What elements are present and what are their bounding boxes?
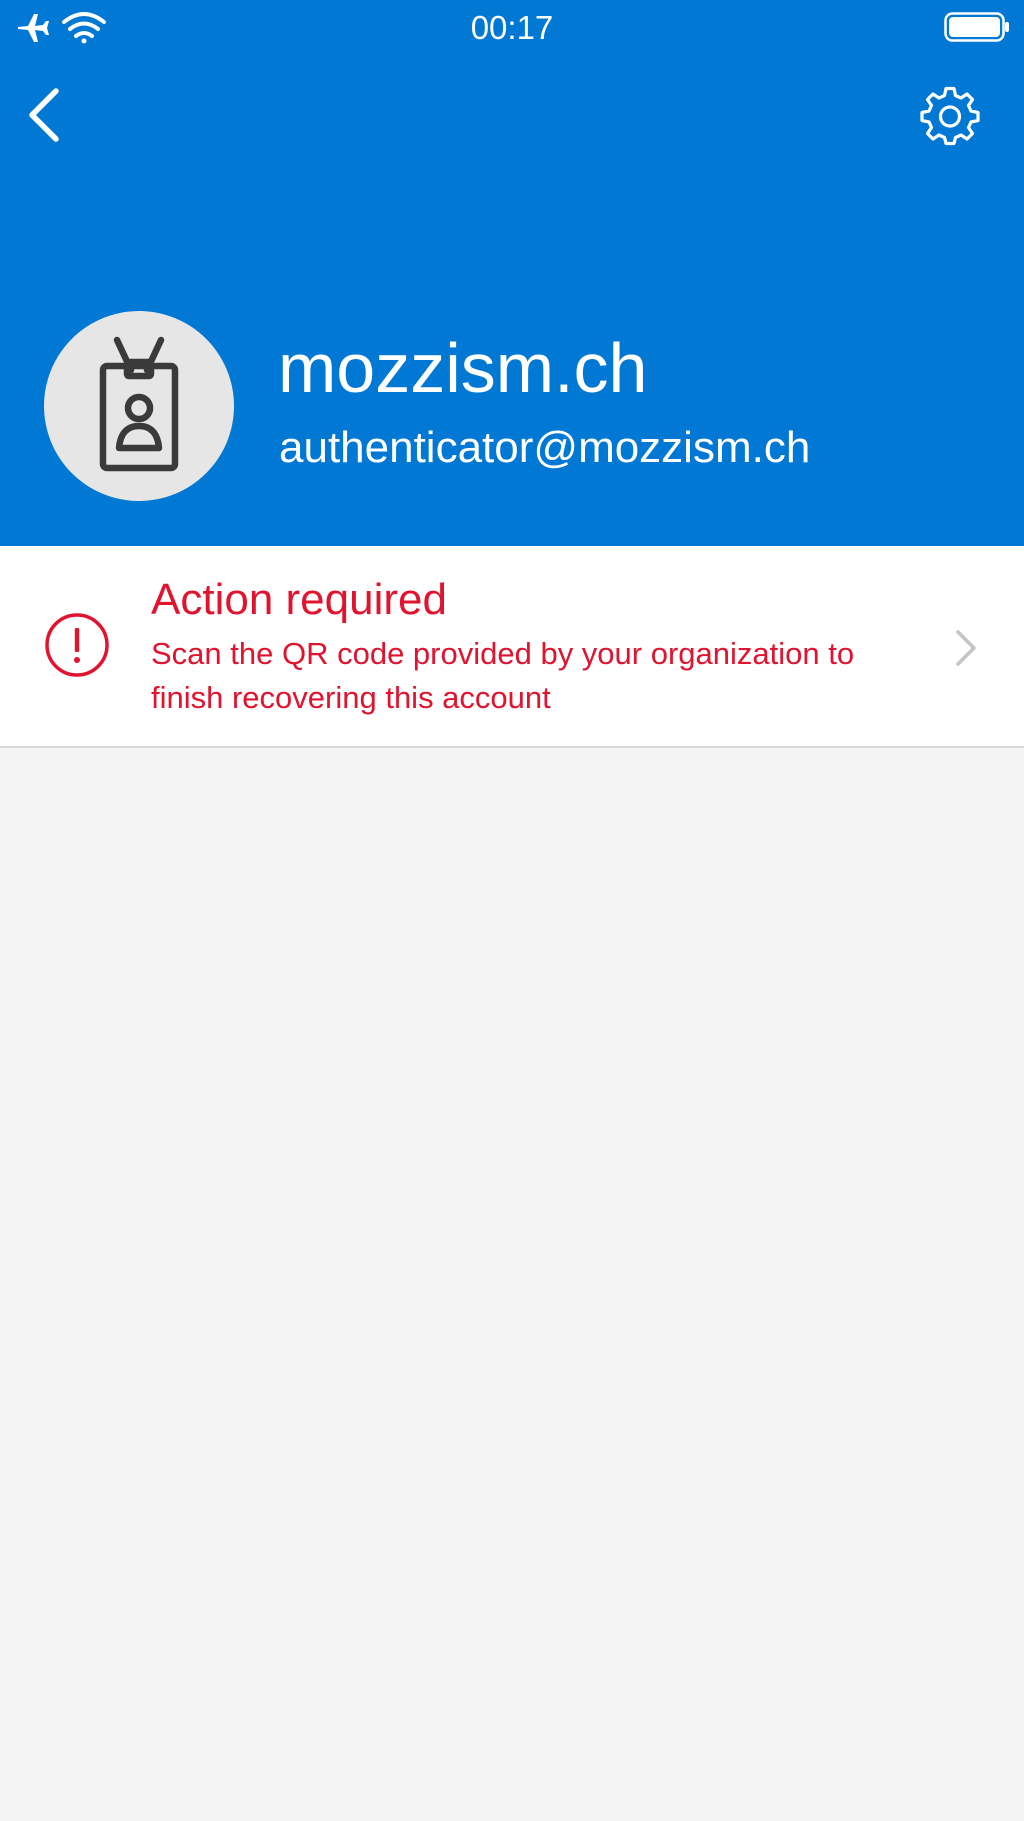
chevron-right-icon (956, 630, 976, 666)
id-badge-icon (99, 336, 179, 472)
settings-button[interactable] (912, 78, 988, 154)
gear-icon (920, 86, 980, 146)
account-detail-screen: 00:17 mozzism.ch authenticator@mozzism.c… (0, 0, 1024, 1821)
action-title: Action required (151, 575, 447, 624)
chevron-left-icon (29, 88, 59, 142)
avatar (44, 311, 234, 501)
battery-icon (944, 12, 1009, 42)
action-description: Scan the QR code provided by your organi… (151, 636, 855, 715)
account-email: authenticator@mozzism.ch (279, 423, 811, 472)
account-header: 00:17 mozzism.ch authenticator@mozzism.c… (0, 0, 1024, 546)
alert-circle-icon (45, 613, 109, 677)
back-button[interactable] (14, 78, 74, 152)
status-time: 00:17 (470, 9, 554, 46)
account-name: mozzism.ch (278, 329, 648, 407)
action-required-row[interactable]: Action required Scan the QR code provide… (0, 546, 1024, 748)
